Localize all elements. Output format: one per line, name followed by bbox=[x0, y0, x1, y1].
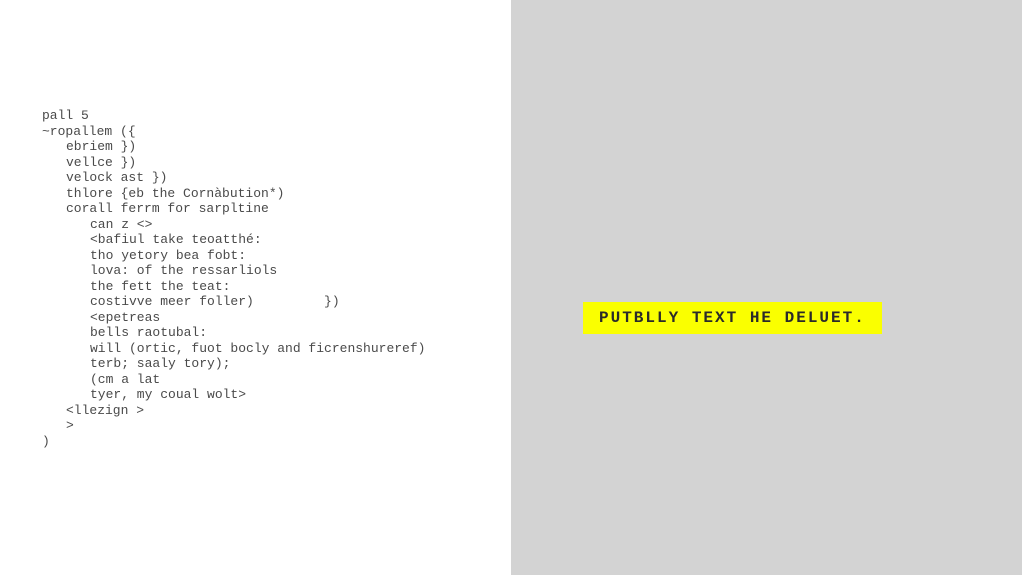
code-line: ebriem }) bbox=[42, 139, 511, 155]
code-line: vellce }) bbox=[42, 155, 511, 171]
code-line: can z <> bbox=[42, 217, 511, 233]
code-line: tho yetory bea fobt: bbox=[42, 248, 511, 264]
code-line: ~ropallem ({ bbox=[42, 124, 511, 140]
code-line: lova: of the ressarliols bbox=[42, 263, 511, 279]
code-line: <bafiul take teoatthé: bbox=[42, 232, 511, 248]
code-line: thlore {eb the Cornàbution*) bbox=[42, 186, 511, 202]
code-line: velock ast }) bbox=[42, 170, 511, 186]
code-line: pall 5 bbox=[42, 108, 511, 124]
output-panel: PUTBLLY TEXT HE DELUET. bbox=[511, 0, 1022, 575]
highlighted-output: PUTBLLY TEXT HE DELUET. bbox=[583, 302, 882, 334]
code-panel: pall 5 ~ropallem ({ ebriem }) vellce }) … bbox=[0, 0, 511, 575]
code-line: <epetreas bbox=[42, 310, 511, 326]
code-line: the fett the teat: bbox=[42, 279, 511, 295]
code-line: corall ferrm for sarpltine bbox=[42, 201, 511, 217]
code-line: terb; saaly tory); bbox=[42, 356, 511, 372]
code-line: <llezign > bbox=[42, 403, 511, 419]
code-line: ) bbox=[42, 434, 511, 450]
code-line: (cm a lat bbox=[42, 372, 511, 388]
code-line: tyer, my coual wolt> bbox=[42, 387, 511, 403]
code-line: will (ortic, fuot bocly and ficrenshurer… bbox=[42, 341, 511, 357]
code-line: costivve meer foller) }) bbox=[42, 294, 511, 310]
code-line: bells raotubal: bbox=[42, 325, 511, 341]
code-line: > bbox=[42, 418, 511, 434]
